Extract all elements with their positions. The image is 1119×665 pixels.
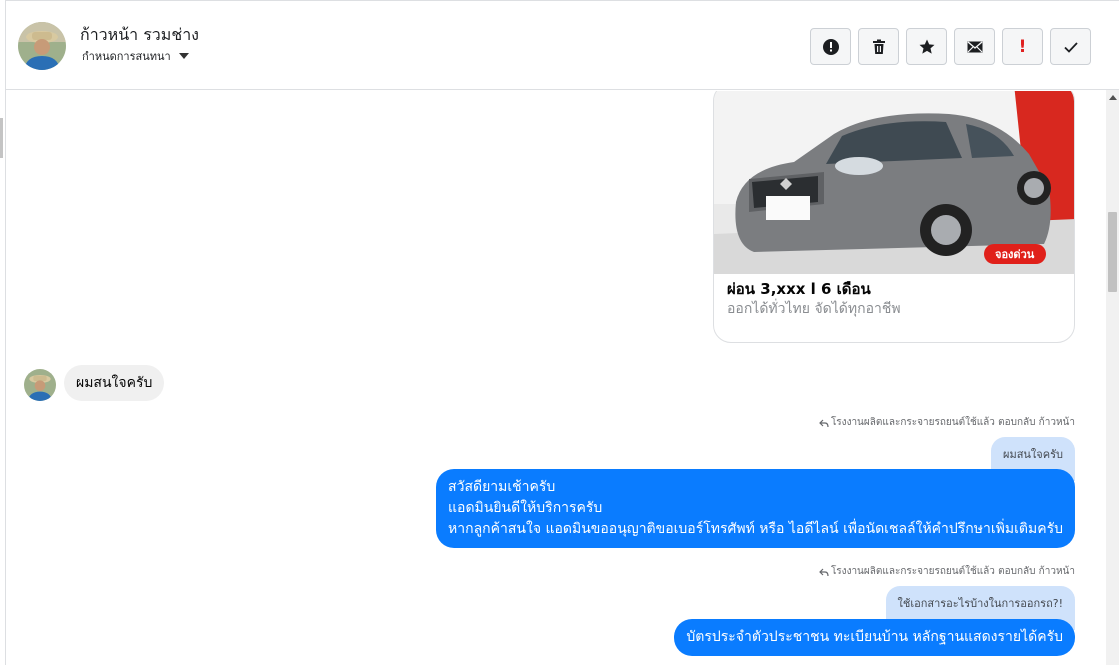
label-dropdown-text: กำหนดการสนทนา	[82, 50, 171, 63]
outgoing-line: หากลูกค้าสนใจ แอดมินขออนุญาติขอเบอร์โทรศ…	[448, 521, 1063, 537]
avatar-photo-icon	[24, 369, 56, 401]
reply-meta: โรงงานผลิตและกระจายรถยนต์ใช้แล้ว ตอบกลับ…	[819, 564, 1075, 579]
message-list[interactable]: จองด่วน ผ่อน 3,xxx l 6 เดือน ออกได้ทั่วไ…	[6, 91, 1106, 665]
product-card[interactable]: จองด่วน ผ่อน 3,xxx l 6 เดือน ออกได้ทั่วไ…	[713, 91, 1075, 343]
caret-down-icon	[178, 53, 189, 59]
trash-icon	[872, 39, 885, 54]
alert-circle-icon	[822, 38, 839, 55]
left-scroll-indicator[interactable]	[0, 118, 3, 158]
star-button[interactable]	[906, 28, 947, 65]
outgoing-message[interactable]: บัตรประจำตัวประชาชน ทะเบียนบ้าน หลักฐานแ…	[674, 619, 1075, 656]
outgoing-line: บัตรประจำตัวประชาชน ทะเบียนบ้าน หลักฐานแ…	[686, 629, 1063, 645]
messenger-inbox: ก้าวหน้า รวมช่าง กำหนดการสนทนา ! จองด่วน…	[0, 0, 1119, 665]
alert-button[interactable]	[810, 28, 851, 65]
reply-meta-text: โรงงานผลิตและกระจายรถยนต์ใช้แล้ว ตอบกลับ…	[830, 417, 1075, 428]
exclamation-icon: !	[1018, 36, 1027, 57]
check-icon	[1063, 41, 1078, 53]
reply-arrow-icon	[819, 419, 829, 427]
card-badge: จองด่วน	[995, 248, 1035, 261]
label-dropdown[interactable]: กำหนดการสนทนา	[82, 47, 189, 65]
reply-meta-text: โรงงานผลิตและกระจายรถยนต์ใช้แล้ว ตอบกลับ…	[830, 566, 1075, 577]
chat-scrollbar[interactable]	[1106, 90, 1119, 665]
card-subtitle: ออกได้ทั่วไทย จัดได้ทุกอาชีพ	[727, 301, 901, 317]
car-photo: จองด่วน	[714, 91, 1074, 274]
mail-icon	[967, 40, 982, 52]
outgoing-line: แอดมินยินดีให้บริการครับ	[448, 500, 603, 516]
avatar-photo-icon	[18, 22, 66, 70]
outgoing-message[interactable]: สวัสดียามเช้าครับ แอดมินยินดีให้บริการคร…	[436, 469, 1075, 548]
reply-meta: โรงงานผลิตและกระจายรถยนต์ใช้แล้ว ตอบกลับ…	[819, 415, 1075, 430]
conversation-header: ก้าวหน้า รวมช่าง กำหนดการสนทนา !	[6, 0, 1119, 90]
incoming-message[interactable]: ผมสนใจครับ	[64, 365, 165, 401]
scroll-up-arrow-icon[interactable]	[1109, 95, 1117, 100]
sender-avatar[interactable]	[24, 369, 56, 401]
contact-name: ก้าวหน้า รวมช่าง	[80, 25, 199, 44]
star-icon	[919, 39, 934, 54]
mark-done-button[interactable]	[1050, 28, 1091, 65]
important-button[interactable]: !	[1002, 28, 1043, 65]
conversation-toolbar: !	[810, 28, 1091, 65]
scroll-thumb[interactable]	[1108, 212, 1117, 292]
outgoing-line: สวัสดียามเช้าครับ	[448, 479, 556, 495]
mail-button[interactable]	[954, 28, 995, 65]
contact-avatar[interactable]	[18, 22, 66, 70]
delete-button[interactable]	[858, 28, 899, 65]
reply-arrow-icon	[819, 568, 829, 576]
